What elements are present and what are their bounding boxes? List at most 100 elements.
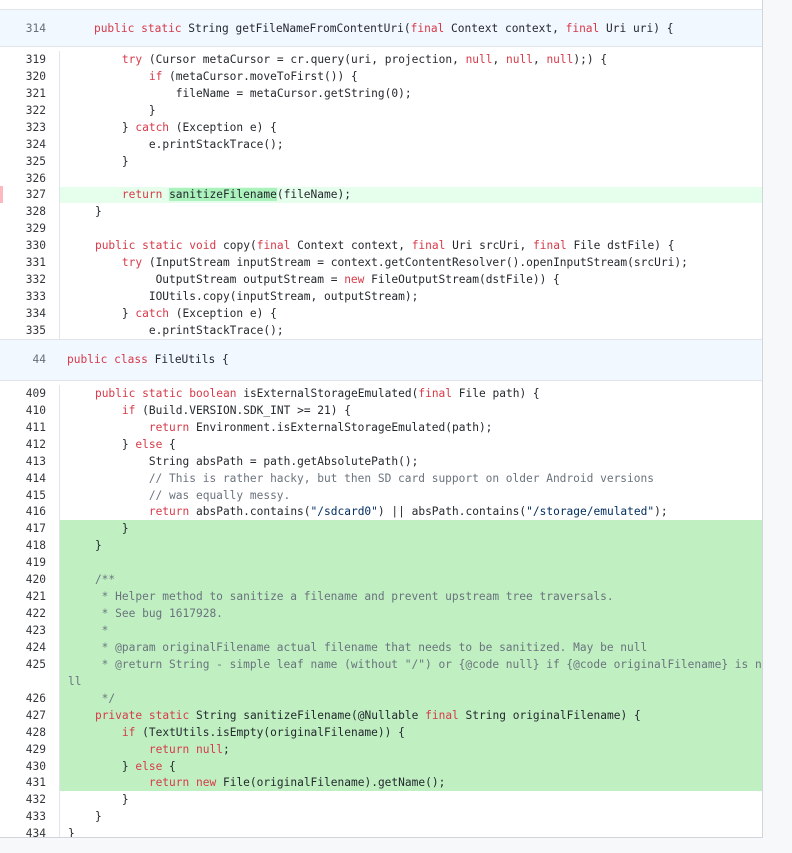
code-text: IOUtils.copy(inputStream, outputStream); bbox=[148, 290, 419, 304]
line-number[interactable]: 333 bbox=[0, 290, 46, 303]
code-line: 428 if (TextUtils.isEmpty(originalFilena… bbox=[0, 723, 762, 741]
line-number[interactable]: 415 bbox=[0, 489, 46, 502]
line-number[interactable]: 324 bbox=[0, 138, 46, 151]
line-number[interactable]: 412 bbox=[0, 438, 46, 451]
code-text: * @param originalFilename actual filenam… bbox=[68, 640, 648, 654]
line-number[interactable]: 433 bbox=[0, 810, 46, 823]
line-number[interactable]: 411 bbox=[0, 421, 46, 434]
code-line: 414 // This is rather hacky, but then SD… bbox=[0, 469, 762, 487]
code-text: private static String sanitizeFilename(@… bbox=[94, 708, 641, 722]
code-line: 332 OutputStream outputStream = new File… bbox=[0, 271, 762, 289]
code-line: 329 bbox=[0, 220, 762, 238]
line-number[interactable]: 328 bbox=[0, 205, 46, 218]
line-number[interactable]: 421 bbox=[0, 590, 46, 603]
line-number[interactable]: 410 bbox=[0, 404, 46, 417]
code-text: return sanitizeFilename(fileName); bbox=[121, 188, 351, 202]
code-text: if (Build.VERSION.SDK_INT >= 21) { bbox=[121, 403, 351, 417]
hunk-header-text: public static String getFileNameFromCont… bbox=[93, 21, 674, 35]
line-number[interactable]: 325 bbox=[0, 155, 46, 168]
code-text: } catch (Exception e) { bbox=[68, 307, 277, 321]
code-line: 324 e.printStackTrace(); bbox=[0, 135, 762, 153]
code-line: 418 } bbox=[0, 537, 762, 555]
hunk-body: 409 public static boolean isExternalStor… bbox=[0, 381, 763, 837]
code-text: } else { bbox=[68, 437, 176, 451]
hunk-header[interactable]: 44 public class FileUtils { bbox=[0, 338, 762, 381]
code-line: 412 } else { bbox=[0, 435, 762, 453]
line-number[interactable]: 427 bbox=[0, 709, 46, 722]
line-number[interactable]: 420 bbox=[0, 573, 46, 586]
code-text: } bbox=[68, 205, 102, 219]
line-number[interactable]: 321 bbox=[0, 87, 46, 100]
code-text: } bbox=[68, 810, 102, 824]
code-text: } bbox=[68, 793, 129, 807]
code-text: } bbox=[68, 103, 156, 117]
line-number[interactable]: 419 bbox=[0, 556, 46, 569]
line-number[interactable]: 329 bbox=[0, 222, 46, 235]
line-number[interactable]: 424 bbox=[0, 641, 46, 654]
code-text: } bbox=[68, 539, 102, 553]
code-text: } else { bbox=[68, 759, 176, 773]
line-number[interactable]: 322 bbox=[0, 104, 46, 117]
line-number[interactable]: 332 bbox=[0, 273, 46, 286]
line-number[interactable]: 319 bbox=[0, 53, 46, 66]
code-line: 410 if (Build.VERSION.SDK_INT >= 21) { bbox=[0, 401, 762, 419]
line-number[interactable]: 432 bbox=[0, 793, 46, 806]
code-text: public static void copy(final Context co… bbox=[94, 239, 675, 253]
code-text: * Helper method to sanitize a filename a… bbox=[68, 590, 614, 604]
line-number[interactable]: 413 bbox=[0, 455, 46, 468]
code-line: 419 bbox=[0, 554, 762, 572]
code-line: 431 return new File(originalFilename).ge… bbox=[0, 774, 762, 792]
code-line: 426 */ bbox=[0, 689, 762, 707]
code-line: 415 // was equally messy. bbox=[0, 486, 762, 504]
line-number[interactable]: 330 bbox=[0, 239, 46, 252]
line-number[interactable]: 416 bbox=[0, 505, 46, 518]
line-number[interactable]: 425 bbox=[0, 658, 46, 671]
line-number[interactable]: 428 bbox=[0, 726, 46, 739]
line-number[interactable]: 335 bbox=[0, 324, 46, 337]
code-line: 328 } bbox=[0, 203, 762, 221]
hunk-header-text: public class FileUtils { bbox=[67, 353, 229, 367]
line-number[interactable]: 422 bbox=[0, 607, 46, 620]
code-text: return absPath.contains("/sdcard0") || a… bbox=[148, 505, 668, 519]
code-line: 319 try (Cursor metaCursor = cr.query(ur… bbox=[0, 51, 762, 68]
code-line: 335 e.printStackTrace(); bbox=[0, 322, 762, 339]
code-text: } bbox=[68, 522, 129, 536]
line-number[interactable]: 331 bbox=[0, 256, 46, 269]
line-number[interactable]: 417 bbox=[0, 522, 46, 535]
code-text: } bbox=[68, 154, 129, 168]
line-number[interactable]: 429 bbox=[0, 743, 46, 756]
code-text: return Environment.isExternalStorageEmul… bbox=[148, 420, 493, 434]
line-number[interactable]: 327 bbox=[0, 188, 46, 201]
code-line: 416 return absPath.contains("/sdcard0") … bbox=[0, 503, 762, 521]
line-number[interactable]: 334 bbox=[0, 307, 46, 320]
line-number[interactable]: 409 bbox=[0, 387, 46, 400]
line-number[interactable]: 434 bbox=[0, 827, 46, 837]
code-text: OutputStream outputStream = new FileOutp… bbox=[155, 273, 560, 287]
code-text: if (TextUtils.isEmpty(originalFilename))… bbox=[121, 725, 405, 739]
line-number[interactable]: 430 bbox=[0, 760, 46, 773]
code-line: 331 try (InputStream inputStream = conte… bbox=[0, 254, 762, 272]
line-number[interactable]: 323 bbox=[0, 121, 46, 134]
line-number[interactable]: 431 bbox=[0, 776, 46, 789]
code-line: 417 } bbox=[0, 520, 762, 538]
line-number[interactable]: 320 bbox=[0, 70, 46, 83]
code-text: try (Cursor metaCursor = cr.query(uri, p… bbox=[121, 52, 608, 66]
hunk-header[interactable]: 314 public static String getFileNameFrom… bbox=[0, 9, 762, 47]
hunk-line-number: 314 bbox=[25, 21, 46, 35]
code-text: ll bbox=[68, 674, 82, 688]
code-line: 425 * @return String - simple leaf name … bbox=[0, 655, 763, 673]
line-number[interactable]: 426 bbox=[0, 692, 46, 705]
code-line: 420 /** bbox=[0, 571, 762, 589]
code-line: 411 return Environment.isExternalStorage… bbox=[0, 418, 762, 436]
line-number[interactable]: 326 bbox=[0, 172, 46, 185]
line-number[interactable]: 418 bbox=[0, 539, 46, 552]
line-number[interactable]: 414 bbox=[0, 472, 46, 485]
code-line: 424 * @param originalFilename actual fil… bbox=[0, 639, 762, 656]
code-text: return null; bbox=[148, 742, 230, 756]
code-text: String absPath = path.getAbsolutePath(); bbox=[148, 454, 419, 468]
code-line: 427 private static String sanitizeFilena… bbox=[0, 706, 762, 724]
line-number[interactable]: 423 bbox=[0, 624, 46, 637]
code-line: 429 return null; bbox=[0, 740, 762, 758]
code-text: * @return String - simple leaf name (wit… bbox=[68, 657, 763, 671]
code-line: 422 * See bug 1617928. bbox=[0, 605, 762, 623]
